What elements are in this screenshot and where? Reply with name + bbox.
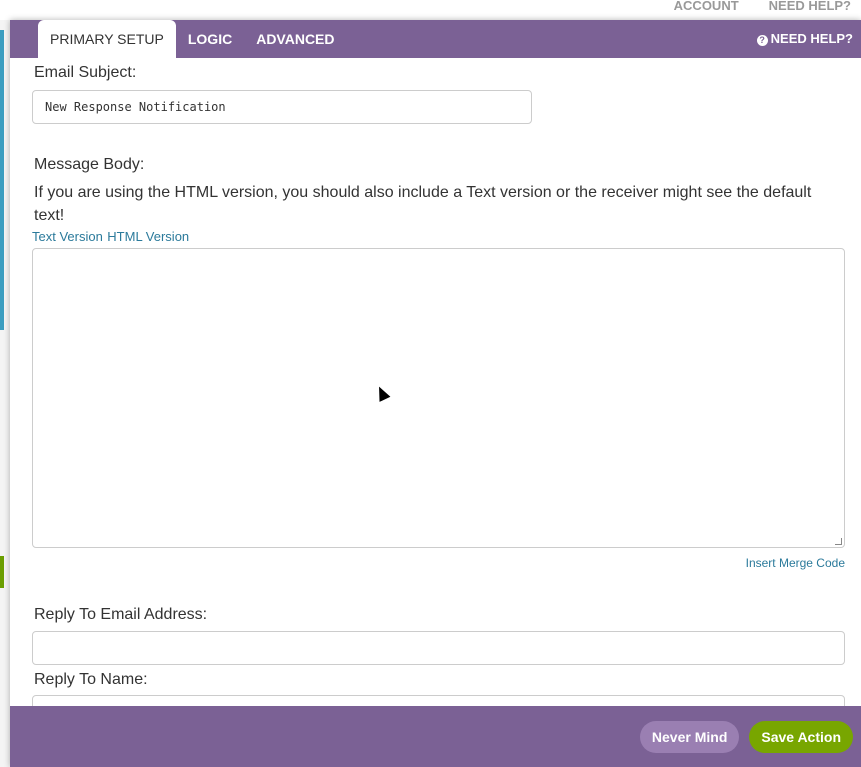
email-subject-input[interactable]: New Response Notification [32,90,532,124]
tab-logic[interactable]: LOGIC [176,20,244,58]
save-action-button[interactable]: Save Action [749,720,853,753]
modal-content: Email Subject: New Response Notification… [10,58,861,729]
background-help-link: NEED HELP? [768,0,851,10]
question-circle-icon: ? [756,35,768,46]
background-nav: ACCOUNT NEED HELP? [674,0,851,10]
need-help-label: NEED HELP? [770,31,853,46]
tab-advanced[interactable]: ADVANCED [244,20,346,58]
need-help-link[interactable]: ? NEED HELP? [756,31,853,46]
reply-name-label: Reply To Name: [34,671,148,688]
html-version-link[interactable]: HTML Version [107,229,189,244]
background-green-button [0,556,4,588]
email-subject-label: Email Subject: [34,64,137,81]
resize-handle-icon[interactable] [835,538,842,545]
action-modal: PRIMARY SETUP LOGIC ADVANCED ? NEED HELP?… [10,20,861,767]
modal-header: PRIMARY SETUP LOGIC ADVANCED ? NEED HELP? [10,20,861,58]
tab-primary-setup[interactable]: PRIMARY SETUP [38,20,176,58]
background-blue-bar [0,30,4,330]
message-note: If you are using the HTML version, you s… [34,184,812,224]
never-mind-button[interactable]: Never Mind [639,720,740,753]
message-body-label: Message Body: [34,156,145,173]
text-version-link[interactable]: Text Version [32,229,103,244]
insert-merge-code-link[interactable]: Insert Merge Code [746,556,845,570]
message-body-textarea[interactable] [32,248,845,548]
modal-footer: Never Mind Save Action [10,706,861,767]
background-account-link: ACCOUNT [673,0,739,10]
reply-email-label: Reply To Email Address: [34,606,208,623]
reply-email-input[interactable] [32,631,845,665]
